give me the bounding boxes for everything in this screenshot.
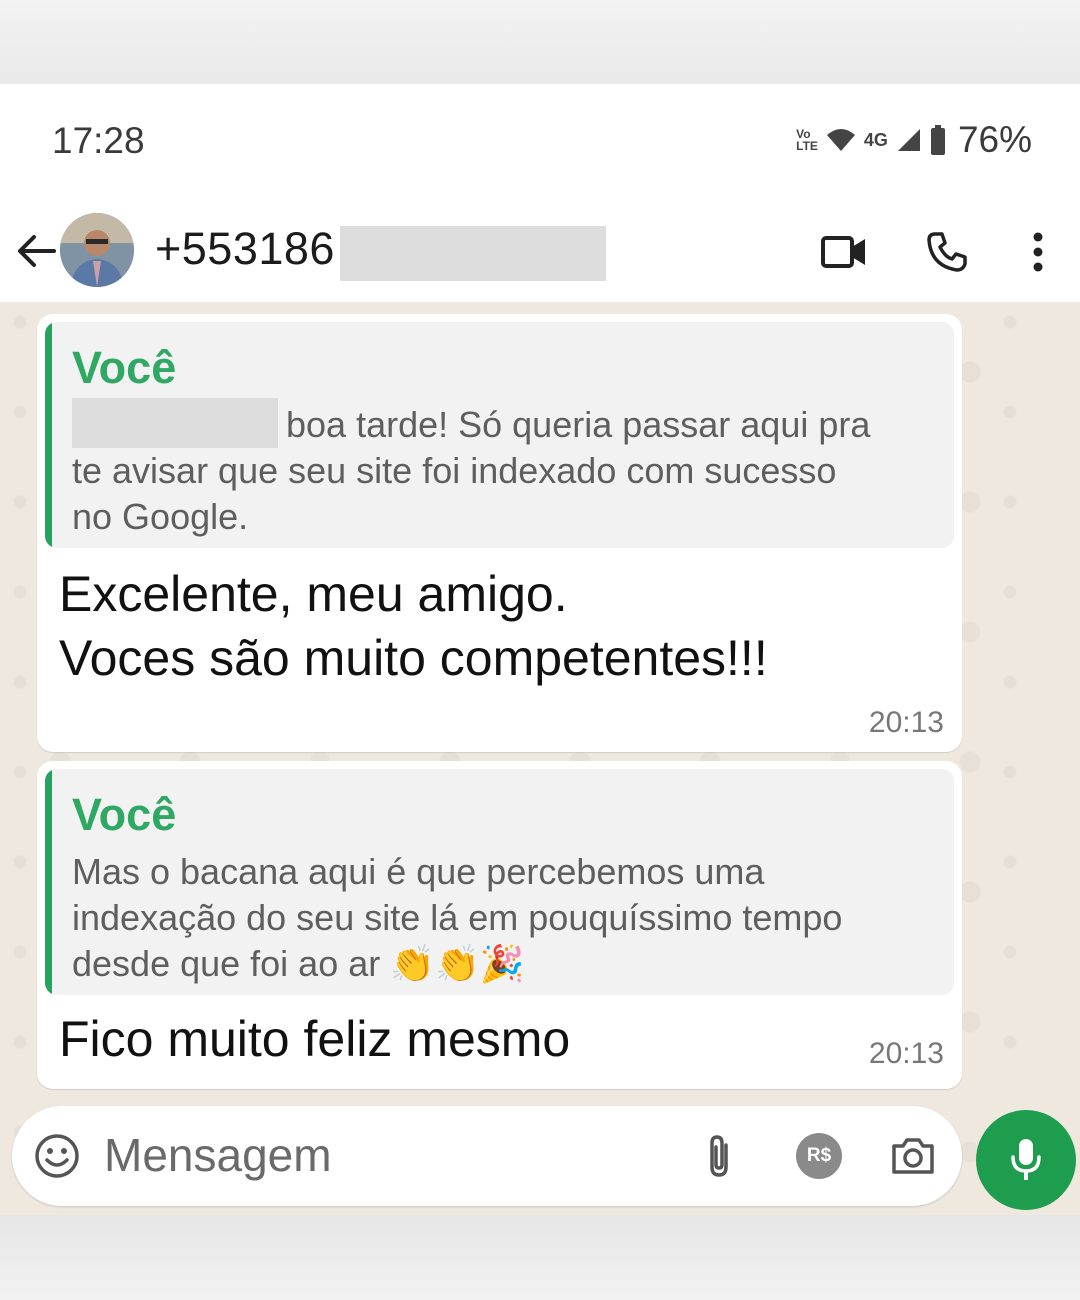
- message-text-line-2: Voces são muito competentes!!!: [59, 630, 768, 686]
- quote-line-1: boa tarde! Só queria passar aqui pra: [286, 404, 871, 445]
- currency-badge-icon: R$: [796, 1133, 842, 1179]
- video-call-button[interactable]: [817, 225, 871, 279]
- message-bubble[interactable]: Você Mas o bacana aqui é que percebemos …: [37, 761, 962, 1089]
- camera-button[interactable]: [888, 1131, 938, 1181]
- redacted-name-block: [72, 398, 278, 449]
- status-time: 17:28: [52, 120, 145, 161]
- quote-text-line: boa tarde! Só queria passar aqui pra: [72, 398, 932, 452]
- contact-number[interactable]: +553186: [155, 223, 335, 275]
- quote-author: Você: [72, 342, 177, 393]
- quote-line-3: no Google.: [72, 496, 249, 537]
- chat-header: +553186: [0, 199, 1080, 302]
- top-margin: [0, 0, 1080, 84]
- video-camera-icon: [821, 236, 865, 268]
- message-timestamp: 20:13: [868, 706, 944, 739]
- message-input[interactable]: Mensagem: [104, 1128, 332, 1182]
- redacted-number-block: [340, 226, 606, 281]
- message-timestamp: 20:13: [868, 1037, 944, 1070]
- network-type-label: 4G: [863, 129, 888, 150]
- message-text-line-1: Excelente, meu amigo.: [59, 566, 568, 622]
- battery-icon: [930, 125, 945, 155]
- phone-screen: 17:28 Vo LTE 4G 76% +553186 Você boa tar…: [0, 84, 1080, 1215]
- contact-avatar[interactable]: [60, 213, 134, 287]
- battery-percentage: 76%: [957, 119, 1032, 160]
- chat-area[interactable]: Você boa tarde! Só queria passar aqui pr…: [0, 302, 1080, 1215]
- quote-line-1: Mas o bacana aqui é que percebemos uma: [72, 851, 765, 892]
- payment-button[interactable]: R$: [794, 1131, 844, 1181]
- currency-badge-label: R$: [806, 1145, 832, 1166]
- message-bubble[interactable]: Você boa tarde! Só queria passar aqui pr…: [37, 314, 962, 752]
- camera-icon: [892, 1138, 934, 1174]
- phone-icon: [927, 232, 967, 272]
- paperclip-icon: [710, 1135, 728, 1177]
- emoji-button[interactable]: [32, 1131, 82, 1181]
- microphone-icon: [1011, 1139, 1041, 1180]
- message-composer[interactable]: Mensagem R$: [12, 1106, 962, 1206]
- quote-line-3: desde que foi ao ar 👏👏🎉: [72, 943, 525, 984]
- voice-call-button[interactable]: [920, 225, 974, 279]
- bottom-margin: [0, 1215, 1080, 1300]
- message-text-line-1: Fico muito feliz mesmo: [59, 1011, 571, 1067]
- more-options-button[interactable]: [1011, 225, 1065, 279]
- quote-line-2: indexação do seu site lá em pouquíssimo …: [72, 897, 843, 938]
- voice-message-button[interactable]: [976, 1110, 1076, 1210]
- quoted-message[interactable]: Você Mas o bacana aqui é que percebemos …: [45, 769, 954, 995]
- volte-bottom-label: LTE: [796, 139, 818, 153]
- signal-icon: [897, 129, 920, 151]
- kebab-menu-icon: [1033, 232, 1043, 272]
- quote-line-2: te avisar que seu site foi indexado com …: [72, 450, 837, 491]
- back-arrow-icon[interactable]: [14, 229, 58, 273]
- emoji-icon: [35, 1134, 79, 1178]
- status-icons: Vo LTE 4G 76%: [796, 119, 1032, 160]
- attach-button[interactable]: [694, 1131, 744, 1181]
- quote-accent-bar: [45, 769, 52, 995]
- quoted-message[interactable]: Você boa tarde! Só queria passar aqui pr…: [45, 322, 954, 548]
- status-bar: 17:28 Vo LTE 4G 76%: [0, 84, 1080, 199]
- quote-accent-bar: [45, 322, 52, 548]
- wifi-icon: [826, 129, 855, 151]
- quote-author: Você: [72, 789, 177, 840]
- volte-icon: Vo LTE: [796, 128, 818, 152]
